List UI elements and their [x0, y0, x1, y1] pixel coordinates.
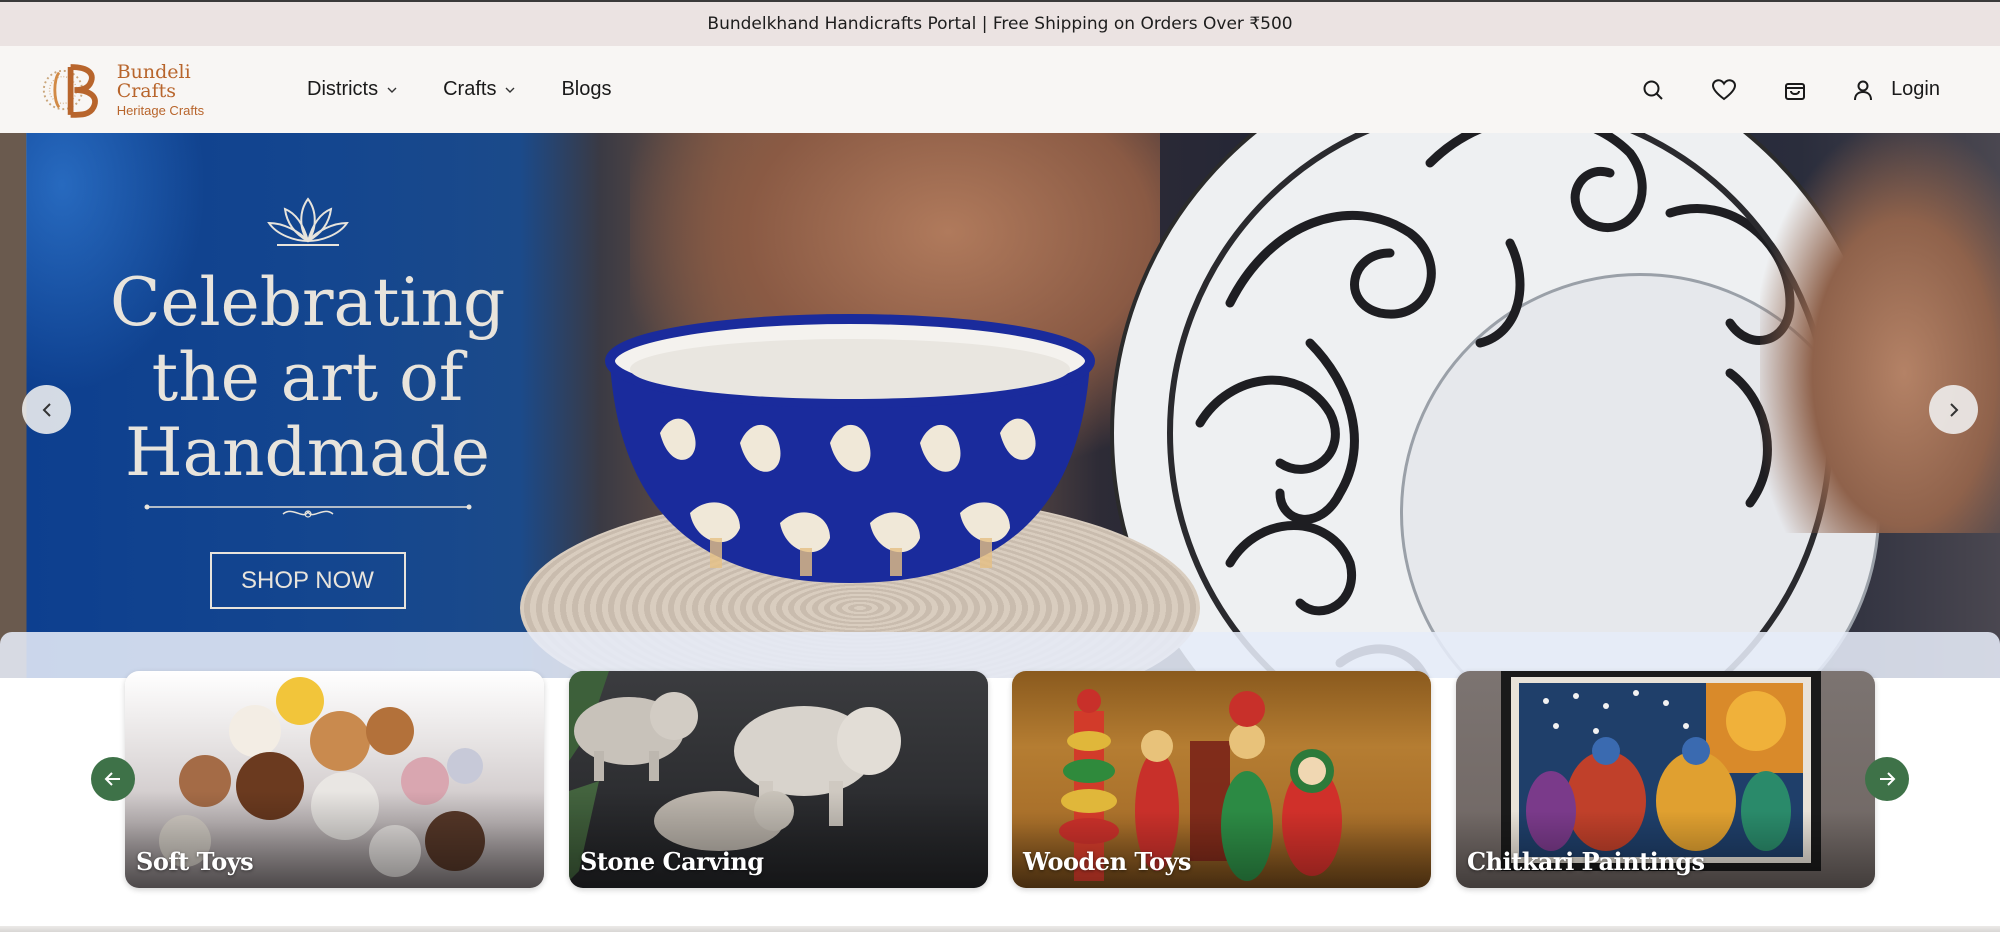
hero-title: Celebrating the art of Handmade [110, 265, 505, 490]
nav-item-label: Districts [307, 78, 379, 100]
hero-carousel: Celebrating the art of Handmade SHOP NOW [0, 133, 2000, 678]
announcement-bar: Bundelkhand Handicrafts Portal | Free Sh… [0, 0, 2000, 46]
hero-image-hand-right [1760, 133, 2000, 533]
chevron-right-icon [1949, 402, 1958, 417]
hero-next-button[interactable] [1929, 385, 1978, 434]
login-button[interactable]: Login [1853, 78, 1940, 101]
search-icon[interactable] [1640, 77, 1666, 103]
brand-tagline: Heritage Crafts [116, 103, 205, 118]
hero-copy: Celebrating the art of Handmade SHOP NOW [110, 195, 505, 609]
category-card-label: Chitkari Paintings [1467, 847, 1705, 876]
shop-now-button[interactable]: SHOP NOW [209, 552, 406, 609]
category-prev-button[interactable] [91, 757, 135, 801]
nav-item-label: Crafts [443, 78, 497, 100]
ornament-divider-icon [144, 504, 471, 518]
header-actions: Login [1595, 46, 1940, 133]
category-card-label: Wooden Toys [1023, 847, 1191, 876]
login-label: Login [1891, 78, 1940, 100]
brand-name: Bundeli Crafts [116, 61, 191, 102]
category-card-wooden-toys[interactable]: Wooden Toys [1012, 671, 1431, 888]
heart-icon[interactable] [1711, 77, 1737, 103]
brand-logo[interactable]: Bundeli Crafts Heritage Crafts [40, 58, 250, 122]
arrow-left-icon [104, 772, 120, 786]
nav-item-crafts[interactable]: Crafts [443, 78, 515, 101]
lotus-icon [266, 197, 349, 246]
category-next-button[interactable] [1865, 757, 1909, 801]
nav-item-label: Blogs [561, 78, 612, 100]
category-card-label: Stone Carving [580, 847, 764, 876]
announcement-text: Bundelkhand Handicrafts Portal | Free Sh… [707, 14, 1293, 34]
shopping-bag-icon[interactable] [1782, 77, 1808, 103]
main-nav: Districts Crafts Blogs [307, 46, 657, 133]
nav-item-blogs[interactable]: Blogs [561, 78, 611, 101]
blue-pottery-bowl-image [605, 314, 1095, 583]
arrow-right-icon [1880, 772, 1896, 786]
category-card-stone-carving[interactable]: Stone Carving [569, 671, 988, 888]
hero-title-line: Handmade [125, 414, 490, 491]
user-icon [1854, 80, 1873, 100]
category-card-label: Soft Toys [136, 847, 254, 876]
site-header: Bundeli Crafts Heritage Crafts Districts… [0, 46, 2000, 133]
nav-item-districts[interactable]: Districts [307, 78, 397, 101]
category-card-soft-toys[interactable]: Soft Toys [125, 671, 544, 888]
hero-title-line: Celebrating [110, 264, 506, 341]
hero-prev-button[interactable] [22, 385, 71, 434]
section-divider [0, 926, 2000, 932]
logo-mark-icon [42, 64, 98, 118]
hero-title-line: the art of [151, 339, 464, 416]
category-card-chitkari-paintings[interactable]: Chitkari Paintings [1456, 671, 1875, 888]
chevron-left-icon [42, 402, 51, 417]
chevron-down-icon [387, 87, 397, 93]
chevron-down-icon [505, 87, 515, 93]
